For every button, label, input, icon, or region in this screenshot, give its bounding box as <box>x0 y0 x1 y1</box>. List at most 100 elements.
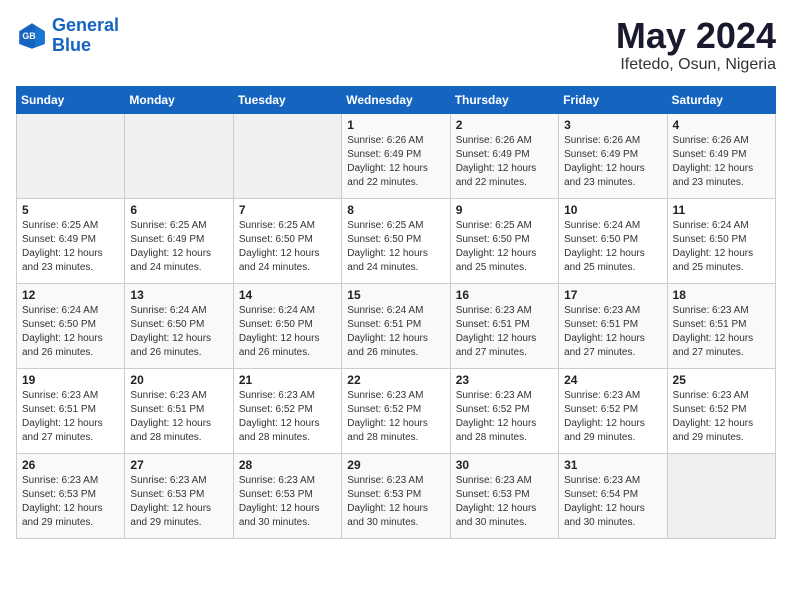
location-subtitle: Ifetedo, Osun, Nigeria <box>616 56 776 74</box>
day-header-friday: Friday <box>559 86 667 113</box>
day-number: 16 <box>456 288 553 302</box>
logo-text: GeneralBlue <box>52 16 119 56</box>
page-header: GB GeneralBlue May 2024 Ifetedo, Osun, N… <box>16 16 776 74</box>
calendar-cell: 6 Sunrise: 6:25 AMSunset: 6:49 PMDaylight… <box>125 198 233 283</box>
cell-content: Sunrise: 6:23 AMSunset: 6:53 PMDaylight:… <box>239 474 336 530</box>
cell-content: Sunrise: 6:23 AMSunset: 6:52 PMDaylight:… <box>564 389 661 445</box>
cell-content: Sunrise: 6:23 AMSunset: 6:54 PMDaylight:… <box>564 474 661 530</box>
day-number: 8 <box>347 203 444 217</box>
day-number: 2 <box>456 118 553 132</box>
cell-content: Sunrise: 6:23 AMSunset: 6:51 PMDaylight:… <box>456 304 553 360</box>
calendar-cell: 30 Sunrise: 6:23 AMSunset: 6:53 PMDayligh… <box>450 453 558 538</box>
day-number: 6 <box>130 203 227 217</box>
cell-content: Sunrise: 6:23 AMSunset: 6:52 PMDaylight:… <box>239 389 336 445</box>
calendar-cell: 7 Sunrise: 6:25 AMSunset: 6:50 PMDaylight… <box>233 198 341 283</box>
cell-content: Sunrise: 6:23 AMSunset: 6:53 PMDaylight:… <box>130 474 227 530</box>
cell-content: Sunrise: 6:23 AMSunset: 6:51 PMDaylight:… <box>564 304 661 360</box>
day-number: 27 <box>130 458 227 472</box>
day-number: 15 <box>347 288 444 302</box>
day-number: 24 <box>564 373 661 387</box>
calendar-cell: 9Sunrise: 6:25 AMSunset: 6:50 PMDaylight… <box>450 198 558 283</box>
calendar-cell: 10Sunrise: 6:24 AMSunset: 6:50 PMDayligh… <box>559 198 667 283</box>
calendar-header-row: SundayMondayTuesdayWednesdayThursdayFrid… <box>17 86 776 113</box>
cell-content: Sunrise: 6:23 AMSunset: 6:53 PMDaylight:… <box>347 474 444 530</box>
cell-content: Sunrise: 6:23 AMSunset: 6:52 PMDaylight:… <box>673 389 770 445</box>
day-number: 30 <box>456 458 553 472</box>
cell-content: Sunrise: 6:23 AMSunset: 6:51 PMDaylight:… <box>130 389 227 445</box>
day-number: 22 <box>347 373 444 387</box>
cell-content: Sunrise: 6:24 AMSunset: 6:50 PMDaylight:… <box>239 304 336 360</box>
cell-content: Sunrise: 6:26 AMSunset: 6:49 PMDaylight:… <box>564 134 661 190</box>
calendar-cell: 26Sunrise: 6:23 AMSunset: 6:53 PMDayligh… <box>17 453 125 538</box>
day-number: 12 <box>22 288 119 302</box>
cell-content: Sunrise: 6:25 AMSunset: 6:50 PMDaylight:… <box>239 219 336 275</box>
day-number: 29 <box>347 458 444 472</box>
day-number: 7 <box>239 203 336 217</box>
calendar-cell: 19Sunrise: 6:23 AMSunset: 6:51 PMDayligh… <box>17 368 125 453</box>
day-number: 18 <box>673 288 770 302</box>
day-number: 3 <box>564 118 661 132</box>
calendar-cell: 8 Sunrise: 6:25 AMSunset: 6:50 PMDaylight… <box>342 198 450 283</box>
calendar-cell: 5 Sunrise: 6:25 AMSunset: 6:49 PMDaylight… <box>17 198 125 283</box>
day-header-saturday: Saturday <box>667 86 775 113</box>
day-number: 31 <box>564 458 661 472</box>
calendar-week-row: 5 Sunrise: 6:25 AMSunset: 6:49 PMDaylight… <box>17 198 776 283</box>
day-header-tuesday: Tuesday <box>233 86 341 113</box>
calendar-body: 1Sunrise: 6:26 AMSunset: 6:49 PMDaylight… <box>17 113 776 538</box>
calendar-table: SundayMondayTuesdayWednesdayThursdayFrid… <box>16 86 776 539</box>
cell-content: Sunrise: 6:26 AMSunset: 6:49 PMDaylight:… <box>456 134 553 190</box>
calendar-cell: 22 Sunrise: 6:23 AMSunset: 6:52 PMDayligh… <box>342 368 450 453</box>
calendar-cell: 17 Sunrise: 6:23 AMSunset: 6:51 PMDayligh… <box>559 283 667 368</box>
calendar-cell: 18 Sunrise: 6:23 AMSunset: 6:51 PMDayligh… <box>667 283 775 368</box>
cell-content: Sunrise: 6:24 AMSunset: 6:50 PMDaylight:… <box>22 304 119 360</box>
cell-content: Sunrise: 6:24 AMSunset: 6:50 PMDaylight:… <box>673 219 770 275</box>
day-number: 20 <box>130 373 227 387</box>
calendar-cell <box>667 453 775 538</box>
day-header-sunday: Sunday <box>17 86 125 113</box>
cell-content: Sunrise: 6:24 AMSunset: 6:50 PMDaylight:… <box>130 304 227 360</box>
day-number: 14 <box>239 288 336 302</box>
day-number: 9 <box>456 203 553 217</box>
calendar-cell: 1Sunrise: 6:26 AMSunset: 6:49 PMDaylight… <box>342 113 450 198</box>
cell-content: Sunrise: 6:24 AMSunset: 6:51 PMDaylight:… <box>347 304 444 360</box>
calendar-week-row: 1Sunrise: 6:26 AMSunset: 6:49 PMDaylight… <box>17 113 776 198</box>
day-number: 11 <box>673 203 770 217</box>
cell-content: Sunrise: 6:23 AMSunset: 6:53 PMDaylight:… <box>456 474 553 530</box>
day-number: 19 <box>22 373 119 387</box>
calendar-cell: 12 Sunrise: 6:24 AMSunset: 6:50 PMDayligh… <box>17 283 125 368</box>
cell-content: Sunrise: 6:23 AMSunset: 6:51 PMDaylight:… <box>673 304 770 360</box>
calendar-cell: 13Sunrise: 6:24 AMSunset: 6:50 PMDayligh… <box>125 283 233 368</box>
day-number: 5 <box>22 203 119 217</box>
day-number: 25 <box>673 373 770 387</box>
calendar-cell: 15 Sunrise: 6:24 AMSunset: 6:51 PMDayligh… <box>342 283 450 368</box>
calendar-cell: 28 Sunrise: 6:23 AMSunset: 6:53 PMDayligh… <box>233 453 341 538</box>
cell-content: Sunrise: 6:25 AMSunset: 6:49 PMDaylight:… <box>130 219 227 275</box>
calendar-cell <box>233 113 341 198</box>
calendar-cell: 23 Sunrise: 6:23 AMSunset: 6:52 PMDayligh… <box>450 368 558 453</box>
cell-content: Sunrise: 6:26 AMSunset: 6:49 PMDaylight:… <box>347 134 444 190</box>
calendar-cell: 2 Sunrise: 6:26 AMSunset: 6:49 PMDaylight… <box>450 113 558 198</box>
day-number: 26 <box>22 458 119 472</box>
day-number: 17 <box>564 288 661 302</box>
cell-content: Sunrise: 6:25 AMSunset: 6:49 PMDaylight:… <box>22 219 119 275</box>
calendar-cell: 16 Sunrise: 6:23 AMSunset: 6:51 PMDayligh… <box>450 283 558 368</box>
calendar-cell: 24 Sunrise: 6:23 AMSunset: 6:52 PMDayligh… <box>559 368 667 453</box>
day-header-monday: Monday <box>125 86 233 113</box>
svg-text:GB: GB <box>22 31 35 41</box>
cell-content: Sunrise: 6:24 AMSunset: 6:50 PMDaylight:… <box>564 219 661 275</box>
day-number: 21 <box>239 373 336 387</box>
day-number: 23 <box>456 373 553 387</box>
calendar-cell <box>17 113 125 198</box>
cell-content: Sunrise: 6:23 AMSunset: 6:52 PMDaylight:… <box>347 389 444 445</box>
calendar-cell: 29 Sunrise: 6:23 AMSunset: 6:53 PMDayligh… <box>342 453 450 538</box>
calendar-week-row: 12 Sunrise: 6:24 AMSunset: 6:50 PMDayligh… <box>17 283 776 368</box>
day-number: 28 <box>239 458 336 472</box>
calendar-cell: 20 Sunrise: 6:23 AMSunset: 6:51 PMDayligh… <box>125 368 233 453</box>
logo: GB GeneralBlue <box>16 16 119 56</box>
calendar-cell: 14 Sunrise: 6:24 AMSunset: 6:50 PMDayligh… <box>233 283 341 368</box>
month-year-title: May 2024 <box>616 16 776 56</box>
cell-content: Sunrise: 6:23 AMSunset: 6:52 PMDaylight:… <box>456 389 553 445</box>
cell-content: Sunrise: 6:25 AMSunset: 6:50 PMDaylight:… <box>347 219 444 275</box>
calendar-cell: 21 Sunrise: 6:23 AMSunset: 6:52 PMDayligh… <box>233 368 341 453</box>
calendar-cell <box>125 113 233 198</box>
